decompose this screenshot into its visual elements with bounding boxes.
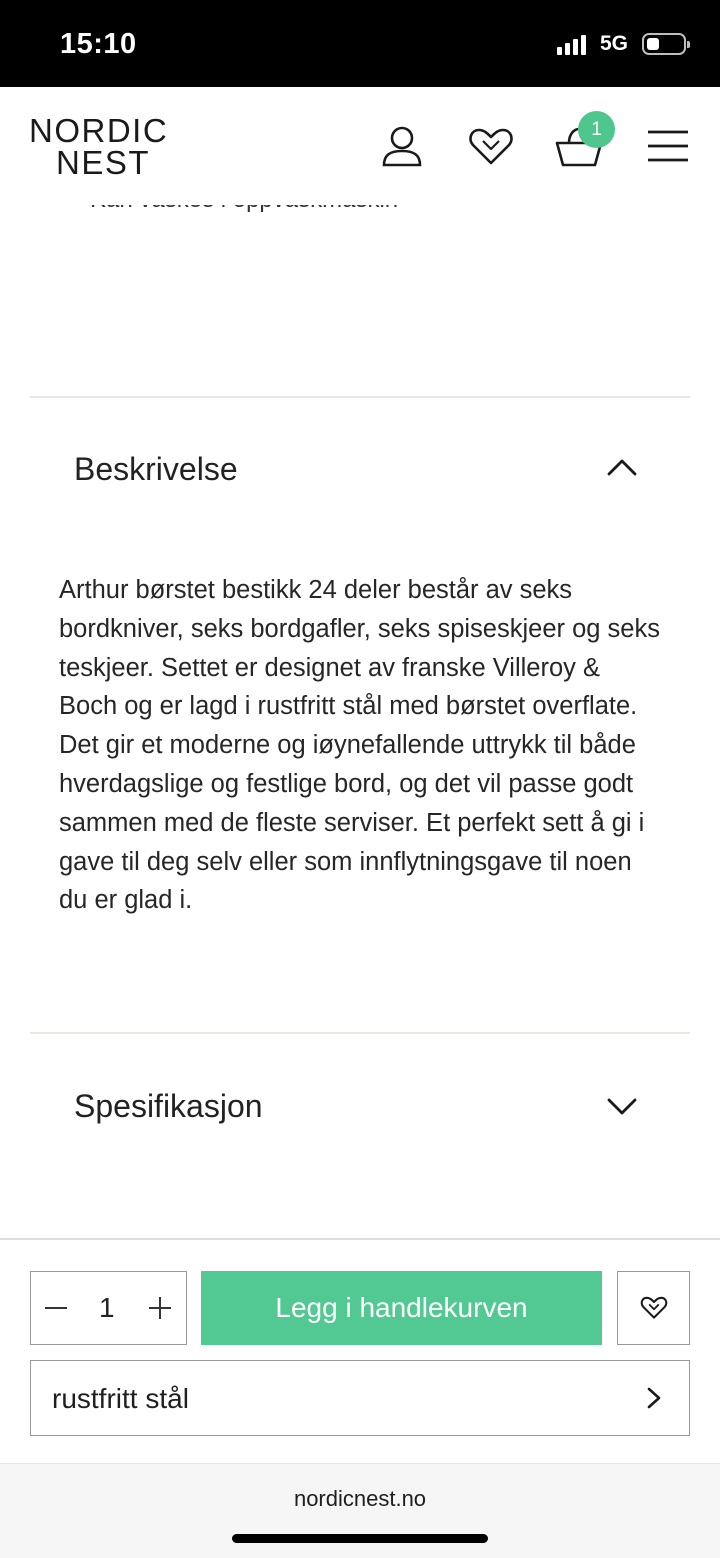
url-text[interactable]: nordicnest.no — [0, 1486, 720, 1512]
logo-line-1: NORDIC — [29, 112, 169, 149]
chevron-down-icon[interactable] — [606, 1097, 638, 1122]
variant-label: rustfritt stål — [52, 1383, 189, 1414]
nordic-nest-logo[interactable]: NORDIC NEST — [29, 112, 169, 181]
accordion-title-spesifikasjon[interactable]: Spesifikasjon — [74, 1088, 263, 1125]
logo-line-2: NEST — [56, 144, 151, 181]
status-bar: 15:10 5G — [0, 0, 720, 87]
chevron-up-icon[interactable] — [606, 457, 638, 482]
network-type: 5G — [599, 32, 628, 55]
cart-count-badge: 1 — [578, 111, 615, 148]
section-divider — [30, 1032, 690, 1034]
variant-selector[interactable]: rustfritt stål — [30, 1360, 690, 1436]
browser-address-bar[interactable]: nordicnest.no — [0, 1463, 720, 1558]
status-indicators: 5G — [556, 32, 690, 56]
minus-icon[interactable] — [45, 1296, 67, 1320]
status-time: 15:10 — [60, 28, 137, 60]
purchase-bar: 1 Legg i handlekurven rustfritt stål — [0, 1238, 720, 1463]
description-text: Arthur børstet bestikk 24 deler består a… — [59, 576, 660, 915]
menu-icon[interactable] — [647, 129, 689, 168]
plus-icon[interactable] — [149, 1296, 171, 1320]
section-divider — [30, 396, 690, 398]
signal-icon — [556, 33, 586, 55]
add-to-cart-button[interactable]: Legg i handlekurven — [201, 1271, 602, 1345]
accordion-title-beskrivelse[interactable]: Beskrivelse — [74, 451, 238, 488]
heart-icon — [640, 1296, 667, 1319]
user-icon[interactable] — [380, 125, 424, 174]
add-to-wishlist-button[interactable] — [617, 1271, 690, 1345]
quantity-stepper: 1 — [30, 1271, 187, 1345]
chevron-right-icon — [647, 1387, 661, 1414]
home-indicator[interactable] — [232, 1534, 488, 1543]
heart-icon[interactable] — [468, 127, 514, 172]
quantity-value[interactable]: 1 — [99, 1292, 115, 1324]
site-header: NORDIC NEST 1 — [0, 87, 720, 205]
battery-icon — [642, 33, 690, 55]
